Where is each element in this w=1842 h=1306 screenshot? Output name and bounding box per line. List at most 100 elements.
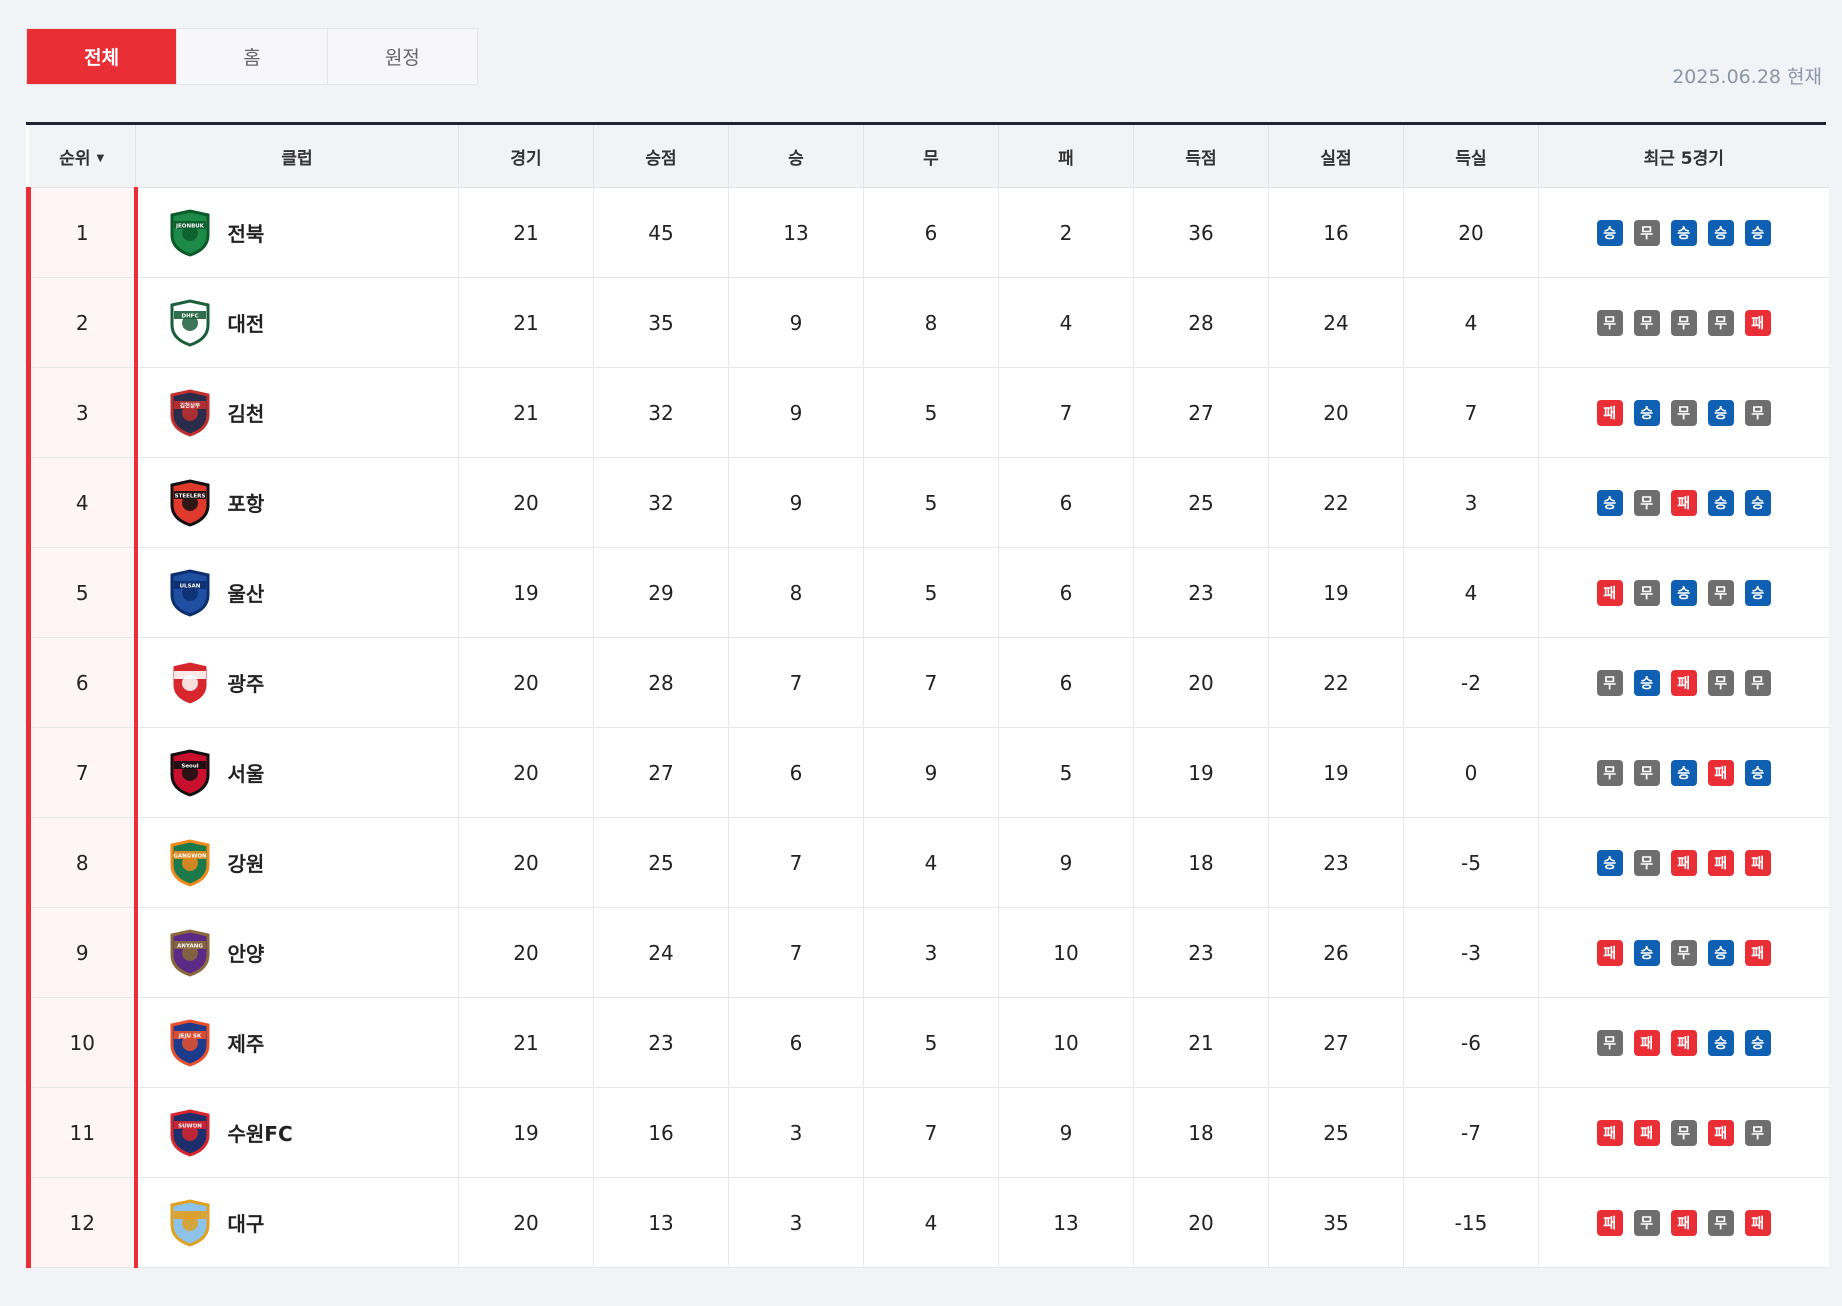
points-cell: 25: [593, 817, 729, 908]
form-badge: 무: [1744, 1119, 1771, 1146]
club[interactable]: JEJU SK 제주: [138, 1018, 459, 1067]
rank-cell: 3: [26, 367, 138, 458]
form-badge: 무: [1707, 669, 1734, 696]
table-row[interactable]: 5 ULSAN 울산 19 29 8 5 6 23 19 4 패 무 승 무 승: [26, 547, 1829, 638]
club-cell[interactable]: 광주: [135, 637, 459, 728]
club[interactable]: Seoul 서울: [138, 748, 459, 797]
club-name[interactable]: 제주: [228, 1028, 265, 1057]
table-row[interactable]: 2 DHFC 대전 21 35 9 8 4 28 24 4 무 무 무 무 패: [26, 277, 1829, 368]
club[interactable]: DHFC 대전: [138, 298, 459, 347]
form-badge: 무: [1633, 759, 1660, 786]
col-goals-against: 실점: [1268, 125, 1404, 188]
club-cell[interactable]: JEJU SK 제주: [135, 997, 459, 1088]
table-row[interactable]: 1 JEONBUK 전북 21 45 13 6 2 36 16 20 승 무 승 승 승: [26, 187, 1829, 278]
recent-form-cell: 무무무무패: [1538, 277, 1829, 368]
losses-cell: 9: [998, 1087, 1134, 1178]
club[interactable]: JEONBUK 전북: [138, 208, 459, 257]
club-cell[interactable]: JEONBUK 전북: [135, 187, 459, 278]
wins-cell: 9: [728, 277, 864, 368]
club-cell[interactable]: ANYANG 안양: [135, 907, 459, 998]
club[interactable]: SUWON 수원FC: [138, 1108, 459, 1157]
form-badge: 승: [1744, 489, 1771, 516]
club-cell[interactable]: 대구: [135, 1177, 459, 1268]
club-name[interactable]: 포항: [228, 488, 265, 517]
club[interactable]: GANGWON 강원: [138, 838, 459, 887]
club[interactable]: ULSAN 울산: [138, 568, 459, 617]
table-row[interactable]: 12 대구 20 13 3 4 13 20 35 -15 패 무 패 무 패: [26, 1177, 1829, 1268]
club-name[interactable]: 전북: [228, 218, 265, 247]
club-cell[interactable]: 김천상무 김천: [135, 367, 459, 458]
crest-lettering: ANYANG: [177, 943, 203, 949]
table-row[interactable]: 6 광주 20 28 7 7 6 20 22 -2 무 승 패 무 무: [26, 637, 1829, 728]
form-badge: 패: [1670, 849, 1697, 876]
form-badge: 승: [1744, 579, 1771, 606]
goal-diff-cell: -15: [1403, 1177, 1539, 1268]
club[interactable]: 대구: [138, 1198, 459, 1247]
crest-lettering: SUWON: [178, 1123, 202, 1129]
table-row[interactable]: 4 STEELERS 포항 20 32 9 5 6 25 22 3 승 무 패 승 승: [26, 457, 1829, 548]
form-badge: 승: [1670, 759, 1697, 786]
club-cell[interactable]: SUWON 수원FC: [135, 1087, 459, 1178]
goal-diff-cell: -6: [1403, 997, 1539, 1088]
draws-cell: 4: [863, 817, 999, 908]
tab-all[interactable]: 전체: [27, 29, 178, 84]
table-row[interactable]: 7 Seoul 서울 20 27 6 9 5 19 19 0 무 무 승 패 승: [26, 727, 1829, 818]
club-cell[interactable]: DHFC 대전: [135, 277, 459, 368]
club-name[interactable]: 김천: [228, 398, 265, 427]
as-of-date: 2025.06.28 현재: [1672, 66, 1822, 88]
club-name[interactable]: 강원: [228, 848, 265, 877]
club[interactable]: ANYANG 안양: [138, 928, 459, 977]
club-name[interactable]: 안양: [228, 938, 265, 967]
goals-against-cell: 22: [1268, 637, 1404, 728]
club[interactable]: 광주: [138, 658, 459, 707]
col-rank[interactable]: 순위 ▼: [28, 125, 136, 188]
club[interactable]: STEELERS 포항: [138, 478, 459, 527]
sort-down-icon[interactable]: ▼: [97, 153, 105, 164]
draws-cell: 5: [863, 997, 999, 1088]
form-badge: 패: [1596, 399, 1623, 426]
recent-form: 승무패패패: [1539, 849, 1829, 876]
recent-form-cell: 패승무승패: [1538, 907, 1829, 998]
played-cell: 21: [458, 187, 594, 278]
points-cell: 32: [593, 367, 729, 458]
club-name[interactable]: 광주: [228, 668, 265, 697]
club-name[interactable]: 서울: [228, 758, 265, 787]
losses-cell: 7: [998, 367, 1134, 458]
club-cell[interactable]: GANGWON 강원: [135, 817, 459, 908]
club-name[interactable]: 수원FC: [228, 1118, 293, 1147]
club-cell[interactable]: ULSAN 울산: [135, 547, 459, 638]
losses-cell: 4: [998, 277, 1134, 368]
recent-form: 패승무승무: [1539, 399, 1829, 426]
table-row[interactable]: 3 김천상무 김천 21 32 9 5 7 27 20 7 패 승 무 승 무: [26, 367, 1829, 458]
club-cell[interactable]: STEELERS 포항: [135, 457, 459, 548]
form-badge: 패: [1596, 939, 1623, 966]
col-rank-label: 순위: [59, 148, 91, 169]
goals-against-cell: 16: [1268, 187, 1404, 278]
form-badge: 무: [1707, 309, 1734, 336]
col-draws: 무: [863, 125, 999, 188]
jeju-crest-icon: JEJU SK: [170, 1018, 209, 1067]
club-name[interactable]: 울산: [228, 578, 265, 607]
table-row[interactable]: 11 SUWON 수원FC 19 16 3 7 9 18 25 -7 패 패 무 패 무: [26, 1087, 1829, 1178]
form-badge: 패: [1596, 579, 1623, 606]
table-row[interactable]: 8 GANGWON 강원 20 25 7 4 9 18 23 -5 승 무 패 패 패: [26, 817, 1829, 908]
form-badge: 무: [1596, 669, 1623, 696]
club[interactable]: 김천상무 김천: [138, 388, 459, 437]
col-losses: 패: [998, 125, 1134, 188]
recent-form: 승무패승승: [1539, 489, 1829, 516]
club-cell[interactable]: Seoul 서울: [135, 727, 459, 818]
rank-cell: 4: [26, 457, 138, 548]
tab-home[interactable]: 홈: [177, 29, 328, 84]
standings-table: 순위 ▼ 클럽 경기 승점 승 무 패 득점 실점 득실 최근 5경기 1 JEO…: [26, 125, 1829, 1268]
played-cell: 19: [458, 547, 594, 638]
goals-against-cell: 19: [1268, 727, 1404, 818]
rank-cell: 2: [26, 277, 138, 368]
table-row[interactable]: 10 JEJU SK 제주 21 23 6 5 10 21 27 -6 무 패 패 승 승: [26, 997, 1829, 1088]
goals-for-cell: 20: [1133, 637, 1269, 728]
table-row[interactable]: 9 ANYANG 안양 20 24 7 3 10 23 26 -3 패 승 무 승 패: [26, 907, 1829, 998]
form-badge: 승: [1670, 579, 1697, 606]
club-name[interactable]: 대전: [228, 308, 265, 337]
tab-away[interactable]: 원정: [328, 29, 477, 84]
club-name[interactable]: 대구: [228, 1208, 265, 1237]
goals-for-cell: 19: [1133, 727, 1269, 818]
